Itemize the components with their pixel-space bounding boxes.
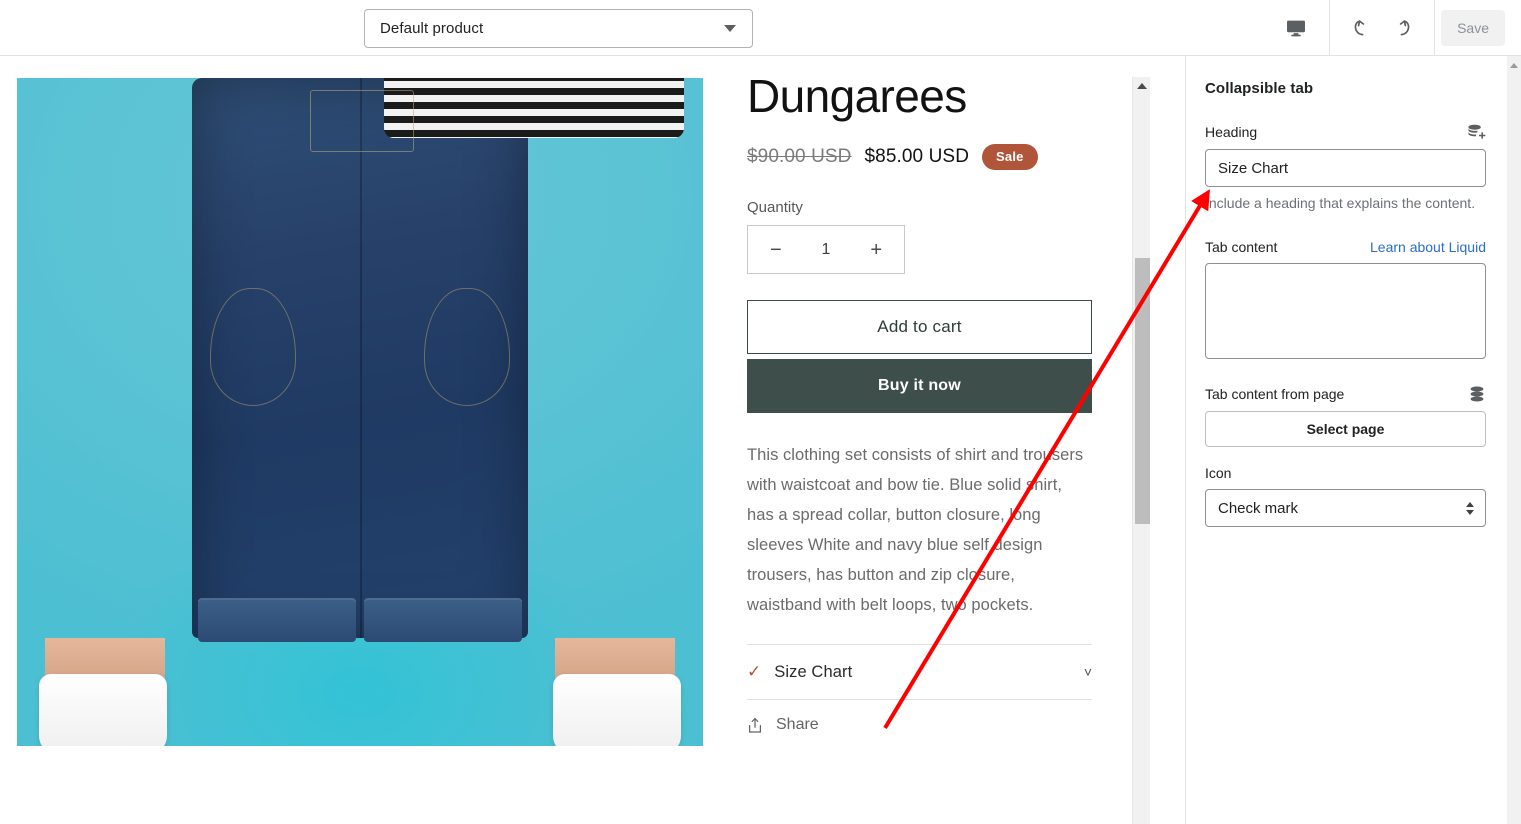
product-image-shoe-left xyxy=(39,674,167,746)
undo-arrow-icon xyxy=(1354,20,1365,36)
product-image-side-pocket-right xyxy=(424,288,510,406)
product-image-striped-shirt xyxy=(384,78,684,138)
quantity-input[interactable]: 1 xyxy=(822,241,831,259)
heading-help-text: Include a heading that explains the cont… xyxy=(1205,195,1476,211)
chevron-down-icon: ˅ xyxy=(1083,664,1092,681)
scroll-up-button[interactable] xyxy=(1133,77,1151,95)
scrollbar-thumb[interactable] xyxy=(1135,258,1150,524)
redo-arrow-icon xyxy=(1399,20,1410,36)
desktop-monitor-icon xyxy=(1287,20,1306,37)
collapsible-tab-label: Size Chart xyxy=(774,662,853,681)
buy-it-now-button[interactable]: Buy it now xyxy=(747,359,1092,414)
collapsible-tab-size-chart[interactable]: ✓ Size Chart ˅ xyxy=(747,644,1092,701)
icon-select[interactable]: Check mark xyxy=(1205,489,1486,528)
settings-panel-scrollbar[interactable] xyxy=(1507,56,1521,824)
save-button[interactable]: Save xyxy=(1441,10,1505,46)
product-image-shoe-right xyxy=(553,674,681,746)
product-image-bib-pocket xyxy=(310,90,414,152)
toolbar-right-group: Save xyxy=(1263,0,1521,56)
triangle-up-icon xyxy=(1137,83,1147,89)
product-description: This clothing set consists of shirt and … xyxy=(747,446,1084,615)
share-upload-icon xyxy=(748,717,762,733)
product-image-cuff-right xyxy=(364,598,522,642)
dynamic-source-icon xyxy=(1470,386,1484,402)
check-mark-icon: ✓ xyxy=(747,662,762,682)
add-to-cart-button[interactable]: Add to cart xyxy=(747,300,1092,355)
icon-label-row: Icon xyxy=(1205,465,1486,481)
tab-content-from-page-label: Tab content from page xyxy=(1205,386,1345,403)
product-image-dungarees xyxy=(192,78,684,642)
sale-badge: Sale xyxy=(982,144,1038,171)
quantity-increase-button[interactable]: + xyxy=(870,240,882,260)
product-info: Dungarees $90.00 USD $85.00 USD Sale Qua… xyxy=(747,56,1092,734)
heading-input[interactable]: Size Chart xyxy=(1205,149,1486,187)
tab-content-label-row: Tab content Learn about Liquid xyxy=(1205,239,1486,255)
quantity-stepper[interactable]: − 1 + xyxy=(747,225,905,275)
icon-field-label: Icon xyxy=(1205,465,1232,482)
tab-content-textarea[interactable] xyxy=(1205,263,1486,360)
desktop-preview-button[interactable] xyxy=(1277,11,1315,45)
select-page-button[interactable]: Select page xyxy=(1205,411,1486,448)
settings-panel-body: Collapsible tab Heading Size Chart Inclu… xyxy=(1205,56,1486,528)
icon-select-value: Check mark xyxy=(1218,499,1299,517)
compare-at-price: $90.00 USD xyxy=(747,146,852,168)
quantity-decrease-button[interactable]: − xyxy=(770,240,782,260)
tab-content-from-page-label-row: Tab content from page xyxy=(1205,385,1486,403)
history-group xyxy=(1329,0,1434,56)
heading-input-value: Size Chart xyxy=(1218,159,1289,177)
heading-field-label-row: Heading xyxy=(1205,123,1486,141)
current-price: $85.00 USD xyxy=(864,146,970,168)
dynamic-source-add-button[interactable] xyxy=(1466,123,1486,141)
up-down-arrows-icon xyxy=(1466,501,1474,515)
share-button[interactable]: Share xyxy=(747,716,1092,734)
learn-about-liquid-link[interactable]: Learn about Liquid xyxy=(1370,239,1486,255)
preview-vertical-scrollbar[interactable] xyxy=(1132,77,1150,824)
tab-content-label: Tab content xyxy=(1205,239,1278,256)
theme-preview-frame: Dungarees $90.00 USD $85.00 USD Sale Qua… xyxy=(0,56,1185,824)
product-image-leg-left xyxy=(45,638,165,678)
preview-content: Dungarees $90.00 USD $85.00 USD Sale Qua… xyxy=(0,56,1150,824)
heading-field-label: Heading xyxy=(1205,124,1258,140)
settings-scroll-up-button[interactable] xyxy=(1507,58,1521,72)
top-toolbar: Default product Save xyxy=(0,0,1521,56)
product-image[interactable] xyxy=(17,78,703,746)
product-image-cuff-left xyxy=(198,598,356,642)
quantity-label: Quantity xyxy=(747,199,803,217)
price-row: $90.00 USD $85.00 USD Sale xyxy=(747,144,1092,171)
share-label: Share xyxy=(776,716,819,734)
dynamic-source-button[interactable] xyxy=(1468,385,1486,403)
save-group: Save xyxy=(1434,0,1521,56)
dynamic-source-add-icon xyxy=(1468,124,1486,139)
product-image-side-pocket-left xyxy=(210,288,296,406)
chevron-down-icon xyxy=(724,25,736,32)
undo-button[interactable] xyxy=(1344,11,1382,45)
product-template-selector[interactable]: Default product xyxy=(364,9,753,48)
panel-title: Collapsible tab xyxy=(1205,80,1314,97)
product-image-leg-right xyxy=(555,638,675,678)
triangle-up-icon xyxy=(1510,62,1518,68)
product-template-selector-value: Default product xyxy=(380,20,484,37)
redo-button[interactable] xyxy=(1382,11,1420,45)
settings-panel: Collapsible tab Heading Size Chart Inclu… xyxy=(1185,56,1521,824)
device-preview-group xyxy=(1263,0,1329,56)
product-title: Dungarees xyxy=(747,70,967,122)
